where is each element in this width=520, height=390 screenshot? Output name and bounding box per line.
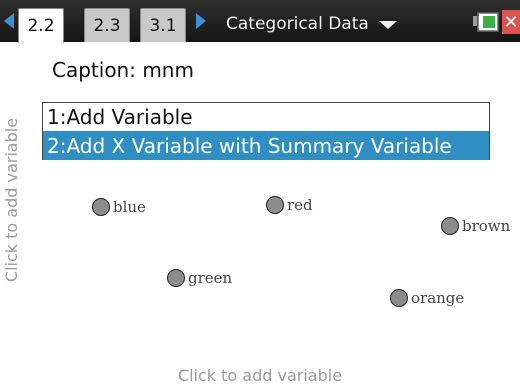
data-point-label: blue [113, 198, 146, 216]
data-point-label: red [287, 196, 313, 214]
data-point-brown[interactable]: brown [441, 217, 510, 235]
menu-item-add-variable[interactable]: 1:Add Variable [43, 103, 489, 130]
close-icon[interactable]: ✕ [502, 10, 520, 34]
data-point-dot [390, 289, 408, 307]
document-title: Categorical Data [226, 14, 369, 34]
data-point-dot [167, 269, 185, 287]
data-point-blue[interactable]: blue [92, 198, 146, 216]
context-menu: 1:Add Variable 2:Add X Variable with Sum… [42, 102, 490, 160]
menu-item-add-x-variable-with-summary[interactable]: 2:Add X Variable with Summary Variable [43, 131, 489, 160]
data-point-label: green [188, 269, 233, 287]
tab-2-3[interactable]: 2.3 [84, 8, 130, 42]
document-title-dropdown[interactable]: Categorical Data [226, 12, 397, 36]
plot-caption: Caption: mnm [52, 58, 194, 82]
data-point-dot [266, 196, 284, 214]
data-point-dot [92, 198, 110, 216]
tab-3-1[interactable]: 3.1 [140, 8, 186, 42]
chevron-down-icon [378, 21, 397, 29]
data-point-dot [441, 217, 459, 235]
data-point-orange[interactable]: orange [390, 289, 464, 307]
x-axis-add-variable[interactable]: Click to add variable [0, 366, 520, 385]
data-point-label: brown [462, 217, 511, 235]
tab-2-2[interactable]: 2.2 [18, 8, 64, 43]
battery-icon [473, 12, 499, 32]
data-point-label: orange [411, 289, 465, 307]
data-point-red[interactable]: red [266, 196, 313, 214]
left-arrow-icon[interactable] [4, 13, 14, 29]
y-axis-add-variable[interactable]: Click to add variable [2, 105, 24, 295]
right-arrow-icon[interactable] [196, 13, 206, 29]
data-point-green[interactable]: green [167, 269, 232, 287]
title-bar: 2.2 2.3 3.1 Categorical Data ✕ [0, 0, 520, 43]
